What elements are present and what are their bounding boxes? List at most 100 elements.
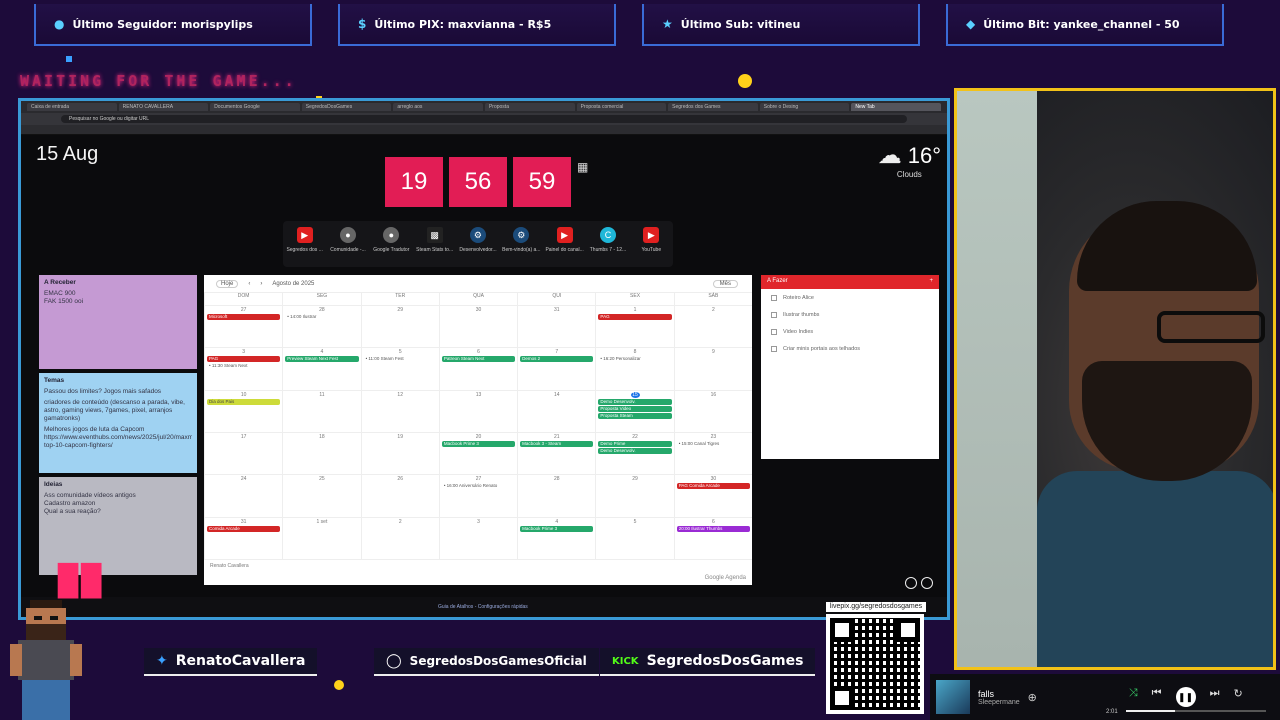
circle-icon[interactable] <box>905 577 917 589</box>
progress-bar[interactable] <box>1126 710 1266 712</box>
add-to-library-icon[interactable]: ⊕ <box>1028 691 1037 704</box>
calendar-day[interactable]: 16 <box>673 389 752 432</box>
checkbox[interactable] <box>771 295 777 301</box>
repeat-icon[interactable]: ↻ <box>1233 687 1242 707</box>
add-icon[interactable]: + <box>929 278 933 286</box>
calendar-day[interactable]: 28 <box>517 474 596 517</box>
calendar-day[interactable]: 30 PAG Comida Arcade <box>673 474 752 517</box>
next-arrow-icon[interactable]: › <box>260 281 262 287</box>
calendar-event[interactable]: Preview Steam Next Fest <box>285 356 359 363</box>
calendar-day[interactable]: 11 <box>282 389 361 432</box>
calendar-day[interactable]: 1 set <box>282 516 361 559</box>
shortcut[interactable]: ● Comunidade -... <box>328 227 368 267</box>
shortcut[interactable]: C Thumbs 7 - 12... <box>588 227 628 267</box>
todo-item[interactable]: Criar minis portais aos telhados <box>761 340 939 357</box>
calendar-day[interactable]: 5 • 11:00 Steam Fest <box>360 347 439 390</box>
calendar-day[interactable]: 18 <box>282 431 361 475</box>
note-ideas[interactable]: Ideias Ass comunidade vídeos antigos Cad… <box>39 477 197 575</box>
calendar-day[interactable]: 4 Macbook Prime 3 <box>517 516 596 559</box>
calendar-event[interactable]: • 16:20 Personalizar <box>598 356 671 362</box>
calendar-day[interactable]: 10 Dia dos Pais <box>204 389 283 432</box>
address-bar[interactable]: Pesquisar no Google ou digitar URL <box>61 115 907 123</box>
calendar-event[interactable]: • 16:00 Aniversário Renato <box>442 483 515 489</box>
prev-arrow-icon[interactable]: ‹ <box>248 281 250 287</box>
calendar-day[interactable]: 5 <box>595 516 674 559</box>
calendar-event[interactable]: • 14:00 Ilustrar <box>285 314 358 320</box>
calendar-day[interactable]: 22 Demo Prime Demo Desenvolv. <box>595 431 674 475</box>
calendar-day[interactable]: 24 <box>204 474 283 517</box>
calendar-day[interactable]: 29 <box>595 474 674 517</box>
calendar-day[interactable]: 3 <box>438 516 518 559</box>
shortcut[interactable]: ⚙ Desenvolvedor... <box>458 227 498 267</box>
checkbox[interactable] <box>771 346 777 352</box>
shortcut[interactable]: ▶ Segredos dos ... <box>285 227 325 267</box>
settings-circles[interactable] <box>905 577 933 589</box>
bookmarks-bar[interactable] <box>21 125 947 135</box>
browser-tab[interactable]: SegredosDosGames <box>301 103 392 111</box>
todo-item[interactable]: Roteiro Alice <box>761 289 939 306</box>
calendar-event[interactable]: • 11:30 Steam Next <box>207 363 280 369</box>
calendar-event[interactable]: Demo Desenvolv. <box>598 447 672 454</box>
calendar-event[interactable]: Dia dos Pais <box>207 398 281 405</box>
calendar-event[interactable]: PAG <box>207 356 281 363</box>
todo-item[interactable]: Ilustrar thumbs <box>761 306 939 323</box>
browser-tab[interactable]: Documentos Google <box>210 103 300 111</box>
calendar-day[interactable]: 14 <box>517 389 596 432</box>
shortcut[interactable]: ▶ Painel do canal... <box>545 227 585 267</box>
calendar-day[interactable]: 8 • 16:20 Personalizar <box>595 347 674 390</box>
calendar-day[interactable]: 1 PAG <box>595 305 674 348</box>
calendar-day[interactable]: 12 <box>360 389 439 432</box>
calendar-event[interactable]: Microsoft <box>207 314 281 320</box>
next-icon[interactable]: ⏭ <box>1210 687 1220 707</box>
today-button[interactable]: Hoje <box>216 279 239 288</box>
calendar-event[interactable]: Proposta Video <box>598 405 672 412</box>
calendar-day[interactable]: 31 Comida Arcade <box>204 516 283 559</box>
calendar-event[interactable]: • 15:00 Canal Tigres <box>677 441 750 447</box>
shortcut[interactable]: ▩ Steam Stats to... <box>415 227 455 267</box>
calendar-day[interactable]: 6 20:00 Ilustrar Thumbs <box>673 516 752 559</box>
calendar-day[interactable]: 19 <box>360 431 439 475</box>
calendar-event[interactable]: Macbook 3 - Steam <box>520 440 594 447</box>
shortcut[interactable]: ▶ YouTube <box>631 227 671 267</box>
calendar-day[interactable]: 20 Macbook Prime 3 <box>438 431 518 475</box>
pause-icon[interactable]: ❚❚ <box>1175 687 1196 707</box>
calendar-event[interactable]: 20:00 Ilustrar Thumbs <box>676 525 750 532</box>
calendar-day[interactable]: 13 <box>438 389 518 432</box>
browser-tab[interactable]: arreglo aos <box>393 103 483 111</box>
calendar-day[interactable]: 27 • 16:00 Aniversário Renato <box>438 474 518 517</box>
calendar-event[interactable]: • 11:00 Steam Fest <box>364 356 437 362</box>
calendar-event[interactable]: PAG <box>598 314 672 320</box>
checkbox[interactable] <box>771 329 777 335</box>
calendar-day[interactable]: 2 <box>360 516 439 559</box>
shortcut[interactable]: ● Google Tradutor <box>371 227 411 267</box>
calendar-day[interactable]: 27 Microsoft <box>204 305 283 348</box>
calendar-day[interactable]: 15 Demo Desenvolv. Proposta Video Proposta … <box>595 389 674 432</box>
calendar-event[interactable]: Macbook Prime 3 <box>441 440 516 447</box>
calendar-day[interactable]: 2 <box>673 305 752 348</box>
calendar-day[interactable]: 31 <box>517 305 596 348</box>
shortcut-guide-link[interactable]: Guia de Atalhos - Configurações rápidas <box>438 604 528 610</box>
checkbox[interactable] <box>771 312 777 318</box>
note-receivables[interactable]: A Receber EMAC 900 FAK 1500 ooi <box>39 275 197 369</box>
apps-grid-icon[interactable]: ▦ <box>577 160 588 174</box>
todo-item[interactable]: Video Indies <box>761 323 939 340</box>
browser-tab[interactable]: Segredos dos Games <box>668 103 758 111</box>
calendar-day[interactable]: 3 PAG • 11:30 Steam Next <box>204 347 283 390</box>
calendar-event[interactable]: Patreon Steam Next <box>441 356 516 363</box>
calendar-event[interactable]: PAG Comida Arcade <box>676 483 750 490</box>
shuffle-icon[interactable]: ⤨ <box>1129 687 1138 707</box>
calendar-day[interactable]: 4 Preview Steam Next Fest <box>282 347 361 390</box>
note-topics[interactable]: Temas Passou dos limites? Jogos mais saf… <box>39 373 197 473</box>
calendar-event[interactable]: Comida Arcade <box>207 525 281 532</box>
calendar-event[interactable]: Demo Prime <box>598 440 672 447</box>
calendar-day[interactable]: 30 <box>438 305 518 348</box>
calendar-day[interactable]: 17 <box>204 431 283 475</box>
calendar-day[interactable]: 29 <box>360 305 439 348</box>
calendar-day[interactable]: 28 • 14:00 Ilustrar <box>282 305 361 348</box>
calendar-event[interactable]: Demos 2 <box>520 356 594 363</box>
calendar-event[interactable]: Macbook Prime 3 <box>520 525 594 532</box>
browser-tab[interactable]: Caixa de entrada <box>27 103 117 111</box>
browser-tab-active[interactable]: New Tab <box>851 103 941 111</box>
shortcut[interactable]: ⚙ Bem-vindo(a) a... <box>501 227 541 267</box>
view-select[interactable]: Mês <box>712 279 738 288</box>
